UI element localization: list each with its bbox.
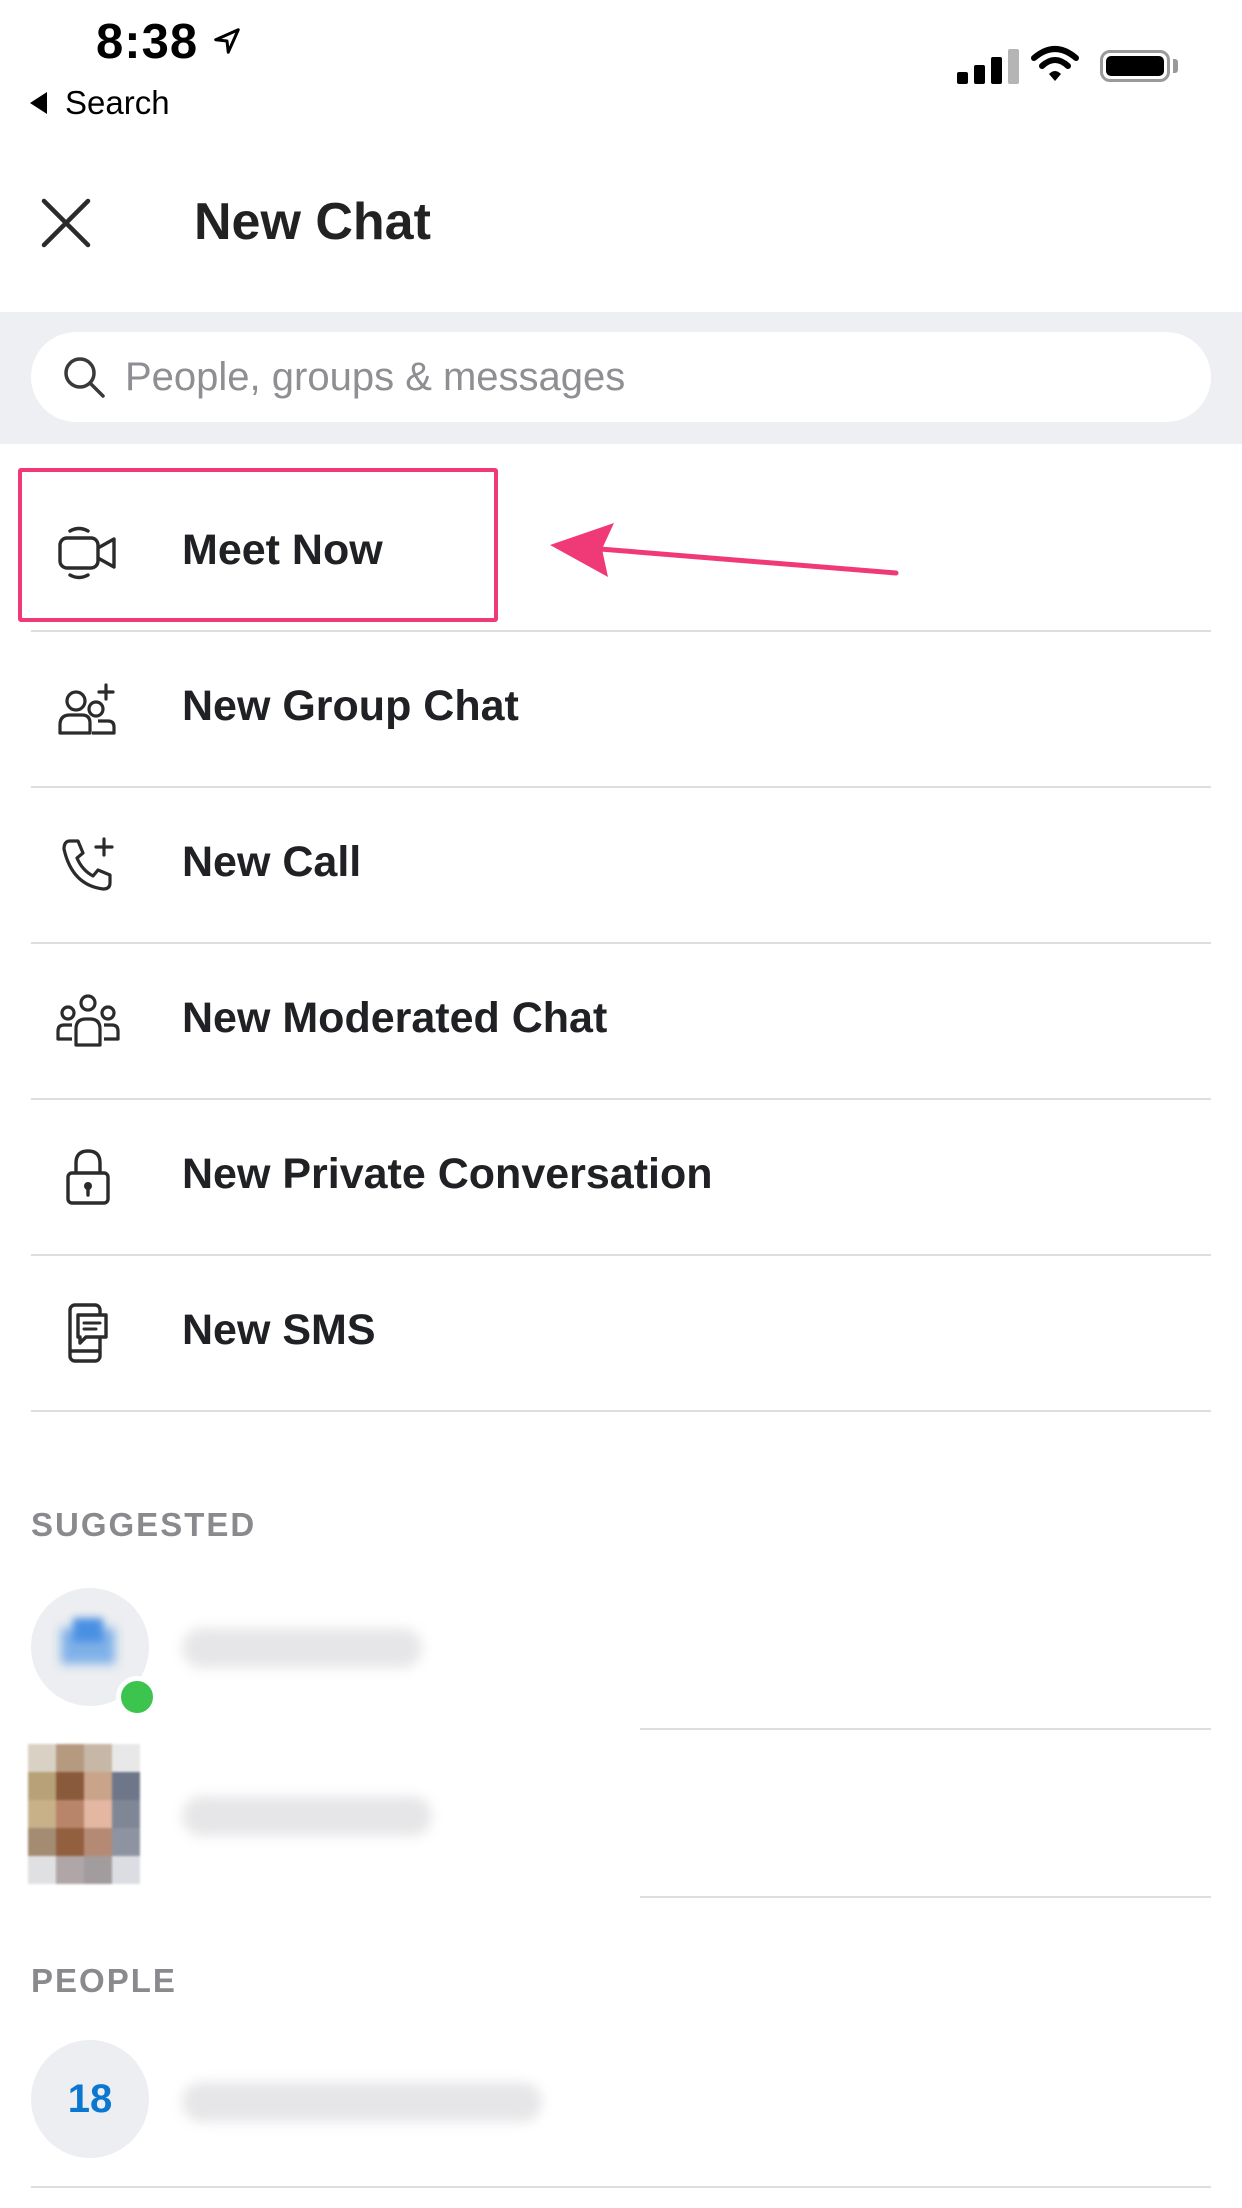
pointer-arrow-icon	[550, 523, 899, 577]
back-triangle-icon	[30, 92, 47, 114]
location-arrow-icon	[214, 28, 240, 54]
new-sms-button[interactable]: New SMS	[0, 1254, 1242, 1410]
new-moderated-chat-button[interactable]: New Moderated Chat	[0, 942, 1242, 1098]
avatar-initials: 18	[31, 2040, 149, 2158]
people-group-icon	[56, 994, 120, 1047]
contact-row[interactable]	[0, 1744, 1242, 1912]
presence-online-indicator	[116, 1676, 158, 1718]
back-to-search-label: Search	[65, 84, 170, 121]
contact-name-redacted	[182, 1628, 422, 1668]
section-header-suggested: SUGGESTED	[31, 1506, 257, 1543]
group-add-icon	[58, 683, 116, 735]
new-call-button[interactable]: New Call	[0, 786, 1242, 942]
battery-cap	[1173, 59, 1178, 73]
cellular-signal-icon	[957, 48, 1019, 84]
close-icon[interactable]	[38, 195, 94, 251]
new-call-label: New Call	[182, 838, 362, 886]
new-private-conversation-label: New Private Conversation	[182, 1150, 713, 1198]
header-bar: New Chat	[0, 150, 1242, 300]
lock-icon	[66, 1149, 110, 1205]
contact-name-redacted	[182, 1796, 432, 1836]
divider	[31, 2186, 1211, 2188]
new-group-chat-label: New Group Chat	[182, 682, 519, 730]
status-bar: 8:38 Search	[0, 0, 1242, 130]
search-input[interactable]: People, groups & messages	[31, 332, 1211, 422]
search-placeholder: People, groups & messages	[125, 354, 626, 399]
status-time: 8:38	[96, 15, 199, 69]
new-group-chat-button[interactable]: New Group Chat	[0, 630, 1242, 786]
new-private-conversation-button[interactable]: New Private Conversation	[0, 1098, 1242, 1254]
contact-row[interactable]	[0, 1576, 1242, 1744]
section-header-people: PEOPLE	[31, 1962, 177, 1999]
contact-name-redacted	[182, 2082, 542, 2122]
divider	[640, 1896, 1211, 1898]
contact-row[interactable]: 18	[0, 2040, 1242, 2208]
sms-phone-icon	[68, 1303, 108, 1363]
divider	[640, 1728, 1211, 1730]
divider	[31, 1410, 1211, 1412]
phone-add-icon	[62, 837, 114, 891]
search-band: People, groups & messages	[0, 312, 1242, 444]
wifi-icon	[1031, 46, 1079, 81]
highlight-annotation-box	[18, 468, 498, 622]
search-icon	[64, 357, 105, 398]
back-to-search-link[interactable]: Search	[30, 84, 170, 122]
new-moderated-chat-label: New Moderated Chat	[182, 994, 608, 1042]
page-title: New Chat	[194, 193, 431, 251]
avatar	[28, 1744, 140, 1884]
battery-icon	[1100, 50, 1170, 82]
new-sms-label: New SMS	[182, 1306, 376, 1354]
